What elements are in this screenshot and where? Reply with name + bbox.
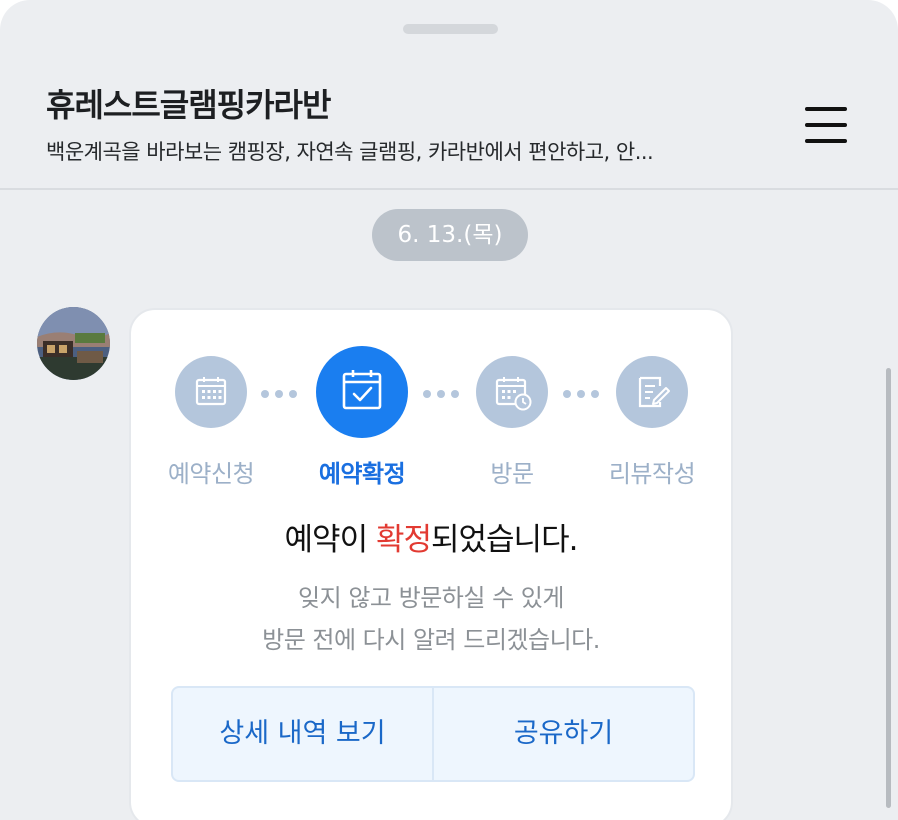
step-label-request: 예약신청: [167, 460, 255, 488]
share-button[interactable]: 공유하기: [434, 688, 693, 780]
menu-icon-line: [805, 123, 847, 127]
step-visit: [476, 356, 548, 428]
menu-icon-line: [805, 139, 847, 143]
calendar-clock-icon: [495, 377, 532, 411]
sheet-grabber-handle[interactable]: [403, 24, 498, 34]
view-details-button[interactable]: 상세 내역 보기: [173, 688, 432, 780]
headline-accent: 확정: [375, 522, 432, 558]
step-label-review: 리뷰작성: [608, 460, 696, 488]
step-reservation-request: [175, 356, 247, 428]
sender-avatar[interactable]: [37, 307, 110, 380]
calendar-check-icon: [342, 370, 382, 410]
step-connector-dots: [261, 390, 301, 398]
date-separator: 6. 13.(목): [372, 209, 528, 261]
menu-icon-line: [805, 107, 847, 111]
channel-title: 휴레스트글램핑카라반: [46, 86, 331, 124]
step-label-visit: 방문: [490, 460, 534, 488]
confirmation-headline: 예약이 확정되었습니다.: [131, 514, 731, 559]
step-write-review: [616, 356, 688, 428]
reminder-description-line1: 잊지 않고 방문하실 수 있게: [298, 584, 564, 612]
reminder-description-line2: 방문 전에 다시 알려 드리겠습니다.: [262, 626, 600, 654]
step-connector-dots: [423, 390, 463, 398]
step-reservation-confirmed: [316, 346, 408, 438]
hamburger-menu-button[interactable]: [803, 104, 849, 146]
review-edit-icon: [638, 376, 670, 408]
header-divider: [0, 188, 898, 190]
headline-suffix: 되었습니다.: [431, 522, 578, 558]
channel-description: 백운계곡을 바라보는 캠핑장, 자연속 글램핑, 카라반에서 편안하고, 안..…: [46, 140, 654, 164]
scrollbar[interactable]: [886, 368, 891, 808]
action-button-group: 상세 내역 보기 공유하기: [171, 686, 695, 782]
bottom-sheet: 휴레스트글램핑카라반 백운계곡을 바라보는 캠핑장, 자연속 글램핑, 카라반에…: [0, 0, 898, 820]
headline-prefix: 예약이: [284, 522, 376, 558]
avatar-photo-icon: [37, 307, 110, 380]
step-label-confirmed: 예약확정: [318, 460, 406, 488]
calendar-icon: [195, 377, 227, 406]
step-connector-dots: [563, 390, 603, 398]
reservation-status-card: 예약신청 예약확정 방문 리뷰작성 예약이 확정되었습니다. 잊지 않고 방문하…: [129, 308, 733, 820]
chat-header: 휴레스트글램핑카라반 백운계곡을 바라보는 캠핑장, 자연속 글램핑, 카라반에…: [0, 60, 898, 188]
